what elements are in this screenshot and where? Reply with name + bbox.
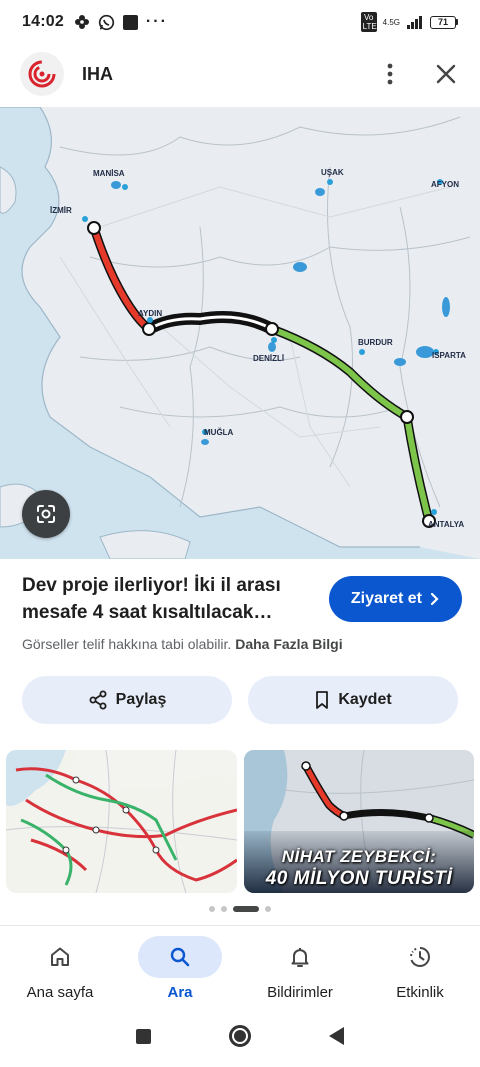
more-info-link[interactable]: Daha Fazla Bilgi	[235, 636, 342, 652]
carousel-pager	[0, 906, 480, 912]
copyright-text: Görseller telif hakkına tabi olabilir.	[22, 636, 232, 652]
nav-item-search[interactable]: Ara	[120, 926, 240, 1005]
visit-button-label: Ziyaret et	[350, 590, 422, 607]
map-label-izmir: İZMİR	[50, 206, 72, 215]
share-label: Paylaş	[115, 691, 167, 708]
signal-icon	[407, 16, 422, 29]
iha-logo-icon	[28, 60, 56, 88]
close-button[interactable]	[432, 60, 460, 88]
back-button[interactable]	[329, 1027, 344, 1045]
pinwheel-icon	[74, 15, 89, 29]
status-bar: 14:02 ··· Vo LTE 4.5G 71	[0, 0, 480, 44]
share-icon	[89, 690, 107, 710]
nav-pill	[378, 936, 462, 978]
save-button[interactable]: Kaydet	[248, 676, 458, 724]
more-options-button[interactable]	[376, 60, 404, 88]
copyright-notice: Görseller telif hakkına tabi olabilir. D…	[22, 636, 343, 652]
status-time: 14:02	[22, 13, 64, 30]
related-images: NİHAT ZEYBEKCİ: 40 MİLYON TURİSTİ	[0, 750, 480, 895]
map-label-burdur: BURDUR	[358, 338, 393, 347]
nav-label-activity: Etkinlik	[396, 984, 444, 1001]
system-navigation-bar	[0, 1005, 480, 1067]
nav-item-home[interactable]: Ana sayfa	[0, 926, 120, 1005]
chevron-right-icon	[430, 592, 439, 606]
related-image-2[interactable]: NİHAT ZEYBEKCİ: 40 MİLYON TURİSTİ	[244, 750, 474, 893]
bell-icon	[291, 948, 309, 967]
bottom-navigation: Ana sayfa Ara Bildirimler Etkinlik	[0, 925, 480, 1005]
site-logo[interactable]	[20, 52, 64, 96]
app-notification-icon	[122, 14, 138, 30]
map-label-usak: UŞAK	[321, 168, 344, 177]
related-image-1[interactable]	[6, 750, 237, 893]
nav-item-notifications[interactable]: Bildirimler	[240, 926, 360, 1005]
recent-apps-button[interactable]	[136, 1028, 151, 1044]
pager-dot-active	[233, 906, 259, 912]
map-label-denizli: DENİZLİ	[253, 354, 284, 363]
pager-dot	[209, 906, 215, 912]
network-type: 4.5G	[382, 17, 400, 27]
related-map-1	[6, 750, 237, 893]
battery-icon: 71	[430, 15, 458, 29]
thumb-caption-line-2: 40 MİLYON TURİSTİ	[265, 868, 453, 889]
battery-level: 71	[430, 15, 456, 29]
nav-pill	[18, 936, 102, 978]
google-lens-icon	[37, 505, 55, 523]
route-map: İZMİR MANİSA UŞAK AFYON AYDIN DENİZLİ BU…	[0, 107, 480, 559]
map-label-afyon: AFYON	[431, 180, 459, 189]
lens-search-button[interactable]	[22, 490, 70, 538]
map-label-aydin: AYDIN	[138, 309, 162, 318]
nav-label-search: Ara	[167, 984, 193, 1001]
thumb-caption-line-1: NİHAT ZEYBEKCİ:	[281, 847, 437, 866]
nav-pill-active	[138, 936, 222, 978]
home-button[interactable]	[229, 1025, 251, 1047]
map-label-isparta: ISPARTA	[432, 351, 466, 360]
map-label-mugla: MUĞLA	[204, 428, 234, 437]
action-row: Paylaş Kaydet	[22, 676, 458, 724]
notification-icons: ···	[74, 13, 168, 31]
nav-label-home: Ana sayfa	[26, 984, 94, 1001]
result-title-row: Dev proje ilerliyor! İki il arası mesafe…	[22, 572, 462, 626]
save-label: Kaydet	[338, 691, 392, 708]
share-button[interactable]: Paylaş	[22, 676, 232, 724]
whatsapp-icon	[98, 14, 115, 30]
visit-button[interactable]: Ziyaret et	[328, 576, 462, 622]
nav-pill	[258, 936, 342, 978]
volte-badge: Vo LTE	[360, 12, 377, 32]
result-title[interactable]: Dev proje ilerliyor! İki il arası mesafe…	[22, 572, 297, 626]
status-right: Vo LTE 4.5G 71	[360, 12, 458, 32]
search-icon	[170, 947, 190, 967]
nav-label-notifications: Bildirimler	[267, 984, 333, 1001]
close-icon	[436, 64, 456, 84]
pager-dot	[221, 906, 227, 912]
more-notifications-icon: ···	[145, 13, 168, 30]
more-vert-icon	[387, 63, 393, 85]
map-label-manisa: MANİSA	[93, 169, 125, 178]
result-image[interactable]: İZMİR MANİSA UŞAK AFYON AYDIN DENİZLİ BU…	[0, 107, 480, 559]
bookmark-icon	[316, 691, 329, 709]
activity-icon	[410, 947, 430, 967]
map-label-antalya: ANTALYA	[428, 520, 464, 529]
nav-item-activity[interactable]: Etkinlik	[360, 926, 480, 1005]
site-name: IHA	[82, 63, 113, 84]
thumb-caption: NİHAT ZEYBEKCİ: 40 MİLYON TURİSTİ	[244, 831, 474, 893]
pager-dot	[265, 906, 271, 912]
app-header: IHA	[0, 46, 480, 102]
home-icon	[51, 947, 69, 966]
